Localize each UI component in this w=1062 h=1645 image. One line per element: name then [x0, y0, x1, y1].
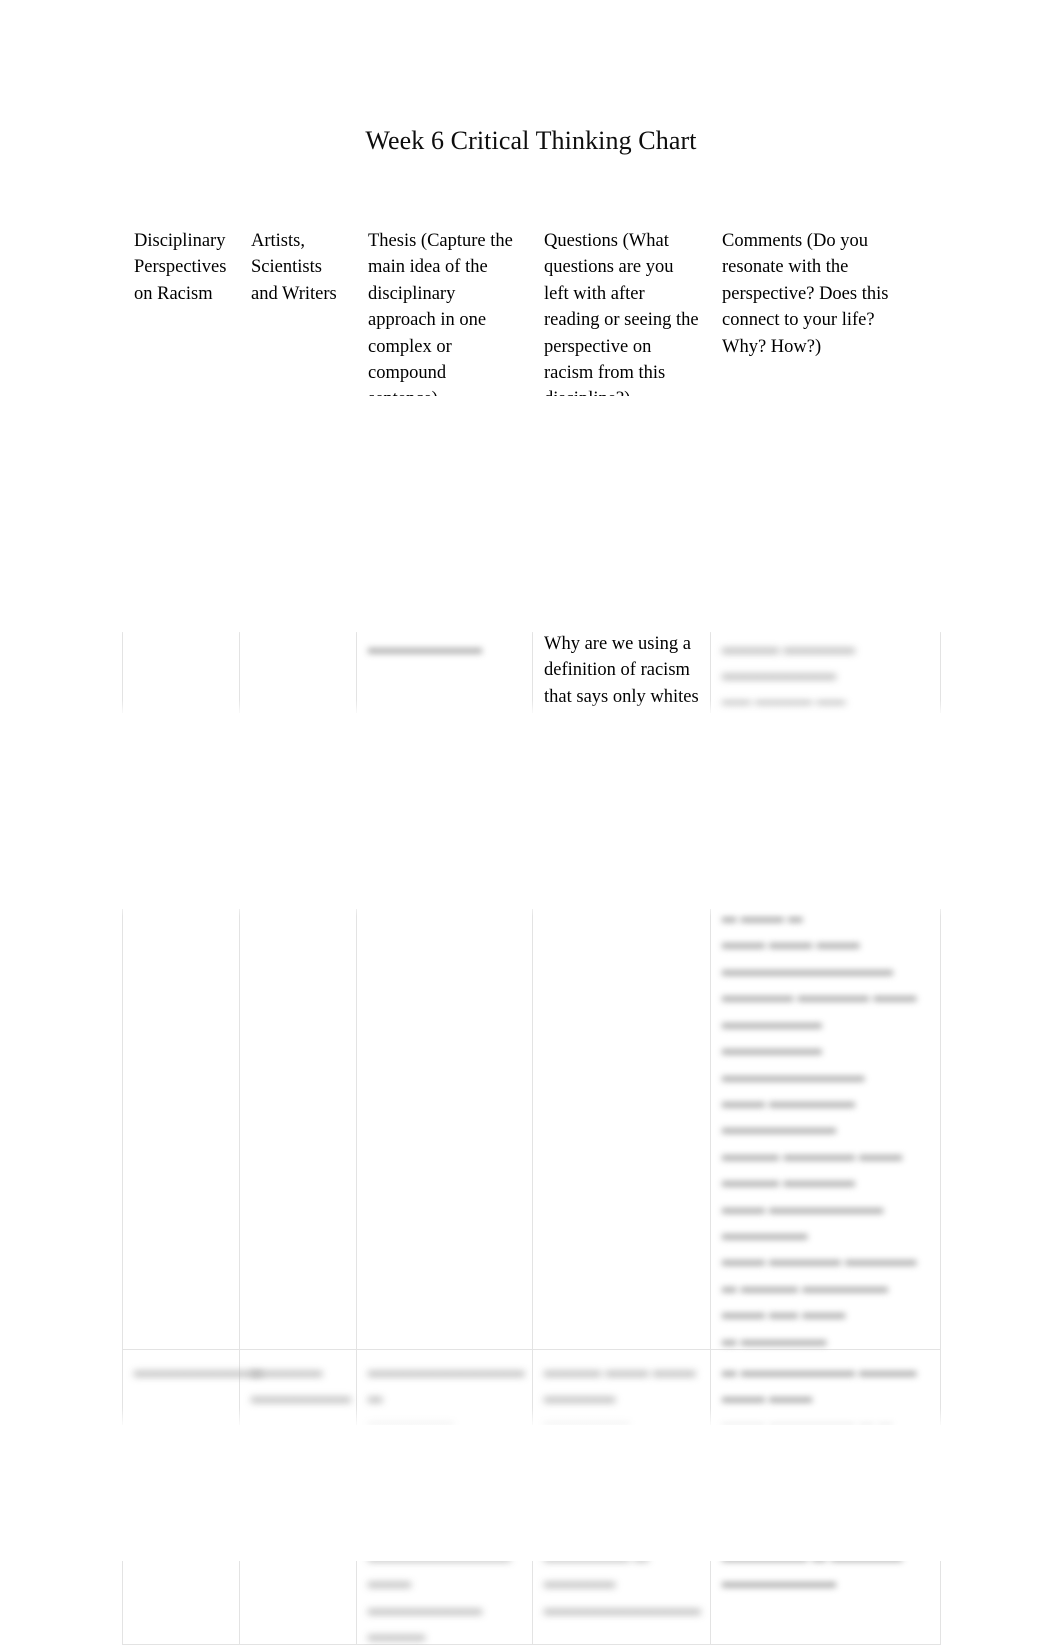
column-header-label: Artists, Scientists and Writers: [251, 231, 337, 304]
column-header-artists-scientists-writers: Artists, Scientists and Writers: [240, 227, 357, 629]
redacted-text: ▂▂▂▂ ▂▂▂ ▂▂▂ ▂▂▂▂▂ ▂▂▂▂▂▂ ▂▂▂▂▂▂▂ ▂▂▂▂▂▂…: [544, 1356, 701, 1615]
redacted-text: ▂▂▂▂ ▂▂▂▂▂ ▂▂▂▂▂▂▂▂ ▂▂ ▂▂▂▂ ▂▂ ▂▂▂▂▂▂▂ ▂…: [722, 634, 917, 734]
page-title: Week 6 Critical Thinking Chart: [365, 126, 697, 155]
table-row: ▂▂▂▂▂▂▂▂ Why are we using a definition o…: [122, 628, 941, 738]
redacted-text: ▂▂▂▂▂ ▂▂▂▂▂▂▂: [251, 1356, 351, 1404]
redacted-text: ▂▂▂▂▂ ▂▂ ▂▂▂▂▂▂ ▂▂▂ ▂▂▂▂▂ ▂ ▂▂▂▂▂▂▂ ▂▂▂▂…: [722, 744, 922, 1346]
cell-artists-scientists-writers: ▂▂▂▂▂ ▂▂▂▂▂▂▂: [239, 1348, 357, 1645]
cell-questions: [532, 736, 711, 1350]
question-text: Why are we using a definition of racism …: [544, 634, 699, 707]
column-header-label: Comments (Do you resonate with the persp…: [722, 231, 889, 357]
cell-comments: ▂▂▂▂ ▂▂▂▂▂ ▂▂▂▂▂▂▂▂ ▂▂ ▂▂▂▂ ▂▂ ▂▂▂▂▂▂▂ ▂…: [710, 628, 941, 738]
column-header-comments: Comments (Do you resonate with the persp…: [711, 227, 941, 629]
cell-artists-scientists-writers: [239, 736, 357, 1350]
column-header-label: Disciplinary Perspectives on Racism: [134, 231, 227, 304]
cell-disciplinary-perspectives: [122, 736, 240, 1350]
table-row: ▂▂▂▂▂ ▂▂ ▂▂▂▂▂▂ ▂▂▂ ▂▂▂▂▂ ▂ ▂▂▂▂▂▂▂ ▂▂▂▂…: [122, 736, 941, 1350]
critical-thinking-table: Disciplinary Perspectives on Racism Arti…: [122, 226, 941, 1645]
column-header-questions: Questions (What questions are you left w…: [533, 227, 711, 629]
column-header-label: Questions (What questions are you left w…: [544, 231, 699, 410]
cell-questions: ▂▂▂▂ ▂▂▂ ▂▂▂ ▂▂▂▂▂ ▂▂▂▂▂▂ ▂▂▂▂▂▂▂ ▂▂▂▂▂▂…: [532, 1348, 711, 1645]
cell-thesis: ▂▂▂▂▂▂▂▂▂▂▂ ▂ ▂▂▂▂▂▂ ▂▂▂▂▂▂▂ ▂▂▂▂ ▂ ▂▂▂▂…: [356, 1348, 533, 1645]
redacted-text: ▂▂▂▂▂▂▂▂▂▂▂ ▂ ▂▂▂▂▂▂ ▂▂▂▂▂▂▂ ▂▂▂▂ ▂ ▂▂▂▂…: [368, 1356, 525, 1642]
redacted-text: ▂▂▂▂▂▂▂▂: [368, 634, 482, 654]
column-header-thesis: Thesis (Capture the main idea of the dis…: [357, 227, 533, 629]
cell-comments: ▂▂▂▂▂ ▂▂ ▂▂▂▂▂▂ ▂▂▂ ▂▂▂▂▂ ▂ ▂▂▂▂▂▂▂ ▂▂▂▂…: [710, 736, 941, 1350]
cell-artists-scientists-writers: [239, 628, 357, 738]
cell-disciplinary-perspectives: ▂▂▂▂▂▂▂▂▂: [122, 1348, 263, 1645]
cell-comments: ▂ ▂▂▂▂▂▂▂▂ ▂▂▂▂ ▂▂▂ ▂▂▂ ▂▂▂ ▂▂▂▂▂▂ ▂ ▂ ▂…: [710, 1348, 941, 1645]
cell-disciplinary-perspectives: [122, 628, 240, 738]
cell-questions: Why are we using a definition of racism …: [532, 628, 711, 738]
redacted-text: ▂▂▂▂▂▂▂▂▂: [134, 1356, 263, 1377]
column-header-disciplinary-perspectives: Disciplinary Perspectives on Racism: [123, 227, 240, 629]
cell-thesis: ▂▂▂▂▂▂▂▂: [356, 628, 533, 738]
column-header-label: Thesis (Capture the main idea of the dis…: [368, 231, 513, 410]
cell-thesis: [356, 736, 533, 1350]
table-header-row: Disciplinary Perspectives on Racism Arti…: [123, 227, 941, 629]
table-row: ▂▂▂▂▂▂▂▂▂ ▂▂▂▂▂ ▂▂▂▂▂▂▂ ▂▂▂▂▂▂▂▂▂▂▂ ▂ ▂▂…: [122, 1348, 941, 1645]
redacted-text: ▂ ▂▂▂▂▂▂▂▂ ▂▂▂▂ ▂▂▂ ▂▂▂ ▂▂▂ ▂▂▂▂▂▂ ▂ ▂ ▂…: [722, 1356, 917, 1589]
document-page: { "document": { "title": "Week 6 Critica…: [0, 0, 1062, 1645]
